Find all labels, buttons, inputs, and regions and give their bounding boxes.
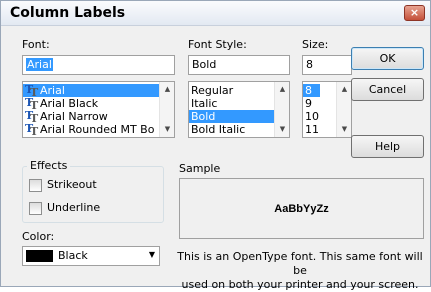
font-description: This is an OpenType font. This same font… <box>171 250 429 292</box>
title-bar: Column Labels × <box>1 1 430 26</box>
strikeout-checkbox[interactable] <box>29 179 42 192</box>
scroll-up-arrow-icon[interactable]: ▲ <box>337 82 351 97</box>
sample-text: AaBbYyZz <box>274 202 329 215</box>
scroll-up-arrow-icon[interactable]: ▲ <box>160 82 174 97</box>
help-button[interactable]: Help <box>351 135 424 158</box>
color-select[interactable]: Black ▼ <box>22 246 160 266</box>
font-label: Font: <box>22 38 50 51</box>
font-input-value: Arial <box>26 58 53 71</box>
size-input[interactable]: 8 <box>302 55 352 75</box>
effects-label: Effects <box>27 159 71 172</box>
font-style-label: Font Style: <box>188 38 247 51</box>
size-list[interactable]: 8 9 10 11 ▲ ▼ <box>302 81 352 138</box>
scroll-down-arrow-icon[interactable]: ▼ <box>337 122 351 137</box>
ok-button[interactable]: OK <box>351 47 424 70</box>
size-label: Size: <box>302 38 329 51</box>
font-list-item[interactable]: TT Arial <box>23 83 174 99</box>
scroll-down-arrow-icon[interactable]: ▼ <box>160 122 174 137</box>
size-item[interactable]: 8 <box>303 84 320 97</box>
scroll-up-arrow-icon[interactable]: ▲ <box>275 82 289 97</box>
scroll-down-arrow-icon[interactable]: ▼ <box>275 122 289 137</box>
font-list-item[interactable]: TT Arial Black <box>23 96 174 112</box>
color-label: Color: <box>22 230 55 243</box>
font-list-item[interactable]: TT Arial Rounded MT Bo <box>23 122 174 138</box>
font-description-line: used on both your printer and your scree… <box>181 278 419 291</box>
font-description-line: This is an OpenType font. This same font… <box>177 250 423 277</box>
sample-preview: AaBbYyZz <box>179 178 424 239</box>
color-swatch <box>26 250 53 262</box>
color-value: Black <box>58 249 88 262</box>
close-button[interactable]: × <box>404 5 425 21</box>
font-list-item[interactable]: TT Arial Narrow <box>23 109 174 125</box>
sample-label: Sample <box>179 162 221 175</box>
font-style-list[interactable]: Regular Italic Bold Bold Italic ▲ ▼ <box>188 81 290 138</box>
cancel-button[interactable]: Cancel <box>351 78 424 101</box>
strikeout-label: Strikeout <box>47 178 97 191</box>
dialog-title: Column Labels <box>10 5 126 21</box>
column-labels-dialog: Column Labels × Font: Arial TT Arial TT … <box>0 0 431 291</box>
underline-checkbox[interactable] <box>29 202 42 215</box>
font-style-input[interactable]: Bold <box>188 55 290 75</box>
opentype-font-icon: TT <box>25 122 39 138</box>
underline-label: Underline <box>47 201 101 214</box>
font-input[interactable]: Arial <box>22 55 175 75</box>
underline-checkbox-row[interactable]: Underline <box>29 201 149 216</box>
font-style-scrollbar[interactable]: ▲ ▼ <box>274 82 289 137</box>
font-list[interactable]: TT Arial TT Arial Black TT Arial Narrow … <box>22 81 175 138</box>
dropdown-arrow-icon[interactable]: ▼ <box>149 250 155 259</box>
font-list-scrollbar[interactable]: ▲ ▼ <box>159 82 174 137</box>
size-scrollbar[interactable]: ▲ ▼ <box>336 82 351 137</box>
strikeout-checkbox-row[interactable]: Strikeout <box>29 178 149 193</box>
